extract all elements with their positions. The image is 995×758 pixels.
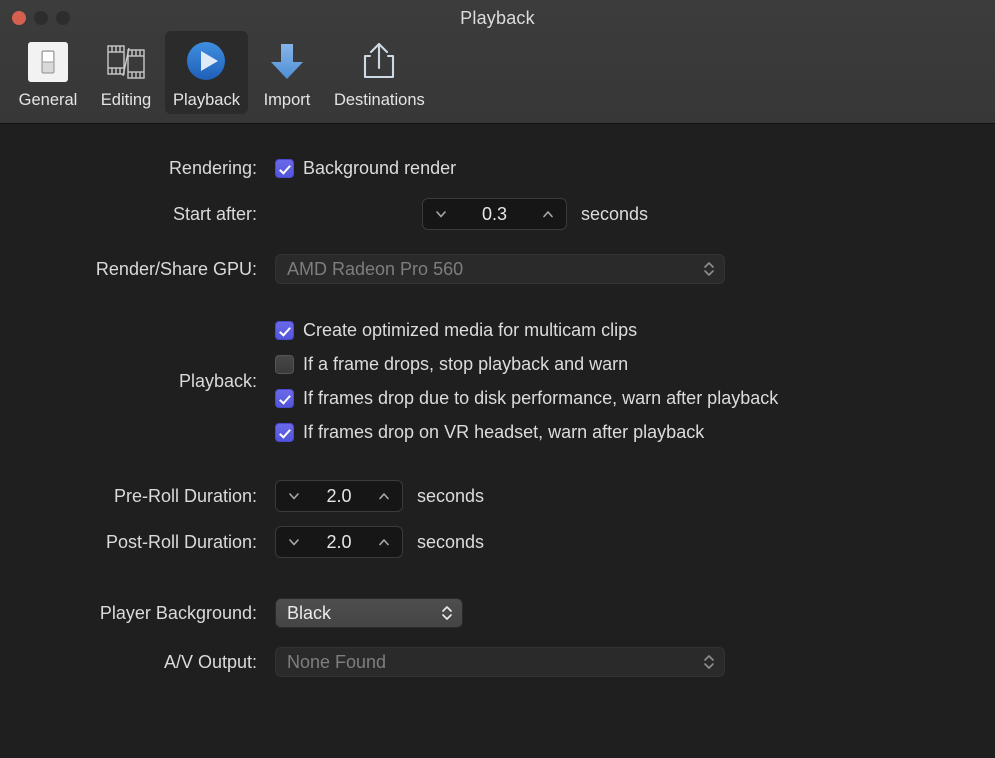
down-arrow-icon (263, 38, 311, 86)
player-background-row: Player Background: Black (0, 598, 463, 628)
playback-label: Playback: (0, 371, 275, 392)
start-after-units: seconds (581, 204, 648, 225)
chevron-down-icon[interactable] (433, 206, 449, 222)
checkbox-label: If frames drop on VR headset, warn after… (303, 422, 704, 443)
checkbox-label: Create optimized media for multicam clip… (303, 320, 637, 341)
av-output-popup[interactable]: None Found (275, 647, 725, 677)
playback-row: Playback: Create optimized media for mul… (0, 320, 778, 443)
start-after-label: Start after: (0, 204, 275, 225)
up-down-chevrons-icon (702, 652, 716, 672)
checkbox-box[interactable] (275, 423, 294, 442)
preferences-toolbar: General (9, 31, 433, 114)
toolbar-item-label: Import (264, 91, 311, 110)
background-render-checkbox[interactable]: Background render (275, 158, 456, 179)
share-icon (355, 38, 403, 86)
checkbox-label: Background render (303, 158, 456, 179)
start-after-row: Start after: 0.3 seconds (0, 198, 648, 230)
start-after-field: 0.3 seconds (275, 198, 648, 230)
player-background-value: Black (287, 603, 331, 624)
chevron-up-icon[interactable] (540, 206, 556, 222)
rendering-row: Rendering: Background render (0, 158, 456, 179)
player-background-popup[interactable]: Black (275, 598, 463, 628)
checkbox-box[interactable] (275, 159, 294, 178)
av-output-value: None Found (287, 652, 386, 673)
rendering-label: Rendering: (0, 158, 275, 179)
playback-option[interactable]: If a frame drops, stop playback and warn (275, 354, 778, 375)
pre-roll-row: Pre-Roll Duration: 2.0 seconds (0, 480, 484, 512)
preferences-content: Rendering: Background render Start after… (0, 124, 995, 758)
toolbar-item-editing[interactable]: Editing (87, 31, 165, 114)
start-after-stepper[interactable]: 0.3 (422, 198, 567, 230)
post-roll-units: seconds (417, 532, 484, 553)
checkbox-box[interactable] (275, 321, 294, 340)
chevron-down-icon[interactable] (286, 488, 302, 504)
pre-roll-stepper[interactable]: 2.0 (275, 480, 403, 512)
render-share-gpu-popup[interactable]: AMD Radeon Pro 560 (275, 254, 725, 284)
playback-option[interactable]: If frames drop on VR headset, warn after… (275, 422, 778, 443)
chevron-up-icon[interactable] (376, 488, 392, 504)
pre-roll-label: Pre-Roll Duration: (0, 486, 275, 507)
toolbar-item-import[interactable]: Import (248, 31, 326, 114)
player-background-label: Player Background: (0, 603, 275, 624)
checkbox-box[interactable] (275, 389, 294, 408)
playback-options: Create optimized media for multicam clip… (275, 320, 778, 443)
av-output-field: None Found (275, 647, 725, 677)
pre-roll-value: 2.0 (302, 486, 376, 507)
render-share-gpu-label: Render/Share GPU: (0, 259, 275, 280)
pre-roll-field: 2.0 seconds (275, 480, 484, 512)
up-down-chevrons-icon (702, 259, 716, 279)
render-share-gpu-row: Render/Share GPU: AMD Radeon Pro 560 (0, 254, 725, 284)
post-roll-row: Post-Roll Duration: 2.0 seconds (0, 526, 484, 558)
post-roll-value: 2.0 (302, 532, 376, 553)
film-strips-icon (102, 38, 150, 86)
toolbar-item-label: Editing (101, 91, 151, 110)
title-bar: Playback General (0, 0, 995, 124)
checkbox-box[interactable] (275, 355, 294, 374)
av-output-label: A/V Output: (0, 652, 275, 673)
playback-option[interactable]: Create optimized media for multicam clip… (275, 320, 778, 341)
post-roll-label: Post-Roll Duration: (0, 532, 275, 553)
player-background-field: Black (275, 598, 463, 628)
play-circle-icon (182, 38, 230, 86)
preferences-window: Playback General (0, 0, 995, 758)
toolbar-item-destinations[interactable]: Destinations (326, 31, 433, 114)
toolbar-item-playback[interactable]: Playback (165, 31, 248, 114)
checkbox-label: If a frame drops, stop playback and warn (303, 354, 628, 375)
toolbar-item-label: Playback (173, 91, 240, 110)
post-roll-field: 2.0 seconds (275, 526, 484, 558)
toolbar-item-label: General (19, 91, 78, 110)
toolbar-item-general[interactable]: General (9, 31, 87, 114)
toolbar-item-label: Destinations (334, 91, 425, 110)
render-share-gpu-field: AMD Radeon Pro 560 (275, 254, 725, 284)
render-share-gpu-value: AMD Radeon Pro 560 (287, 259, 463, 280)
rendering-field: Background render (275, 158, 456, 179)
chevron-down-icon[interactable] (286, 534, 302, 550)
window-title: Playback (0, 8, 995, 29)
start-after-value: 0.3 (449, 204, 540, 225)
av-output-row: A/V Output: None Found (0, 647, 725, 677)
playback-option[interactable]: If frames drop due to disk performance, … (275, 388, 778, 409)
chevron-up-icon[interactable] (376, 534, 392, 550)
pre-roll-units: seconds (417, 486, 484, 507)
checkbox-label: If frames drop due to disk performance, … (303, 388, 778, 409)
up-down-chevrons-icon (440, 603, 454, 623)
post-roll-stepper[interactable]: 2.0 (275, 526, 403, 558)
switch-icon (24, 38, 72, 86)
